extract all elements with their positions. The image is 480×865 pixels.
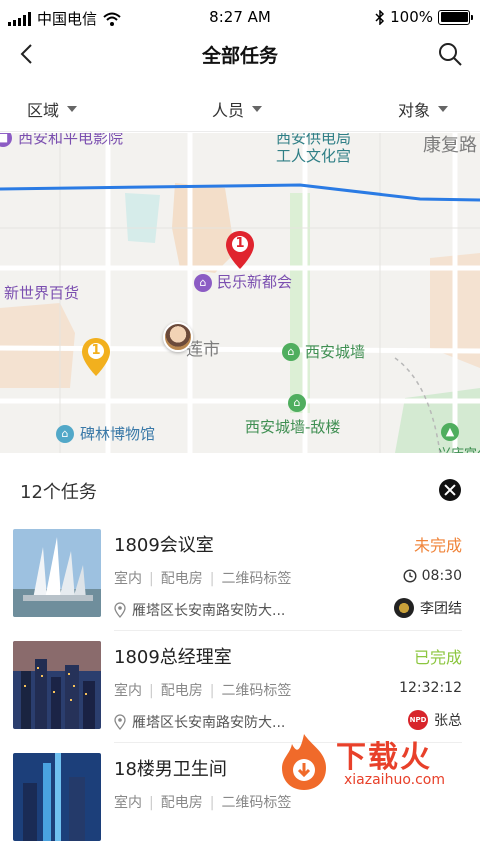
task-address-text: 雁塔区长安南路安防大...	[132, 603, 286, 619]
owner-avatar: NPD	[408, 710, 428, 730]
bluetooth-icon	[375, 9, 385, 25]
nav-bar: 全部任务	[0, 34, 480, 74]
map-label-workers-palace[interactable]: 工人文化宫	[276, 145, 351, 166]
shopping-bag-icon: ⌂	[194, 274, 212, 292]
owner-avatar	[394, 598, 414, 618]
task-time: 08:30	[403, 568, 462, 584]
filter-area[interactable]: 区域	[27, 97, 78, 121]
task-address: 雁塔区长安南路安防大...	[114, 600, 285, 620]
owner-name: 李团结	[420, 601, 462, 617]
tag-location: 室内	[114, 795, 142, 811]
filter-object[interactable]: 对象	[398, 97, 449, 121]
status-right: 100%	[375, 8, 473, 26]
battery-fill	[440, 12, 468, 22]
task-thumbnail	[13, 641, 101, 729]
tag-room-type: 配电房	[160, 683, 203, 699]
map-label-city-wall[interactable]: 西安城墙	[305, 341, 365, 362]
watermark-text: 下载火	[336, 740, 432, 775]
close-icon[interactable]	[439, 479, 461, 501]
battery-percent: 100%	[390, 8, 433, 26]
map-label-xingqing[interactable]: 兴庆宫公	[438, 443, 480, 453]
location-pin-icon	[114, 714, 126, 730]
caret-down-icon	[67, 106, 78, 112]
task-time-value: 12:32:12	[399, 680, 462, 696]
task-name: 1809会议室	[114, 535, 214, 556]
clock-icon	[403, 569, 417, 583]
tag-room-type: 配电房	[160, 571, 203, 587]
filter-area-label: 区域	[27, 101, 60, 120]
landmark-icon: ⌂	[282, 343, 300, 361]
park-icon: ▲	[441, 423, 459, 441]
tag-label-type: 二维码标签	[221, 795, 292, 811]
task-panel: 12个任务 1809会议室 未完成 室内|配电房|二维码标签 08:30	[0, 453, 480, 841]
marker-red-count: 1	[235, 236, 245, 251]
task-item[interactable]: 1809会议室 未完成 室内 | 配电房 | 二维码标签 08:30 雁塔区长安南路安防…	[0, 529, 480, 641]
map-label-city-wall-dilou[interactable]: 西安城墙-敌楼	[245, 416, 340, 437]
task-time: 12:32:12	[399, 680, 462, 696]
page-title: 全部任务	[201, 45, 278, 67]
map-view[interactable]: ■ 西安和平电影院 西安供电局 工人文化宫 康复路 ⌂ 民乐新都会 新世界百货 …	[0, 133, 480, 453]
task-time-value: 08:30	[421, 568, 462, 584]
map-label-minle[interactable]: 民乐新都会	[217, 271, 292, 292]
task-name: 1809总经理室	[114, 647, 232, 668]
map-label-cinema[interactable]: 西安和平电影院	[18, 133, 123, 148]
route-line	[0, 183, 480, 202]
museum-icon: ⌂	[56, 425, 74, 443]
watermark-logo: 下载火 xiazaihuo.com	[272, 730, 472, 794]
user-location-avatar[interactable]	[163, 322, 193, 352]
tag-room-type: 配电房	[160, 795, 203, 811]
filter-people[interactable]: 人员	[212, 97, 263, 121]
tag-label-type: 二维码标签	[221, 571, 292, 587]
tag-location: 室内	[114, 571, 142, 587]
task-address: 雁塔区长安南路安防大...	[114, 712, 285, 732]
task-address-text: 雁塔区长安南路安防大...	[132, 715, 286, 731]
tag-label-type: 二维码标签	[221, 683, 292, 699]
status-badge: 未完成	[413, 536, 462, 555]
search-icon[interactable]	[436, 40, 464, 68]
status-bar: 中国电信 8:27 AM 100%	[0, 0, 480, 34]
divider	[114, 630, 462, 631]
task-tags: 室内 | 配电房 | 二维码标签	[114, 571, 292, 587]
caret-down-icon	[438, 106, 449, 112]
status-badge: 已完成	[413, 648, 462, 667]
landmark-icon: ⌂	[288, 394, 306, 412]
map-label-beilin[interactable]: 碑林博物馆	[80, 423, 155, 444]
task-name: 18楼男卫生间	[114, 759, 227, 780]
map-label-kangfu-road[interactable]: 康复路	[423, 133, 477, 157]
filter-bar: 区域 人员 对象	[0, 84, 480, 132]
task-tags: 室内 | 配电房 | 二维码标签	[114, 795, 292, 811]
owner-name: 张总	[434, 713, 462, 729]
map-label-xinshijie[interactable]: 新世界百货	[4, 282, 79, 303]
task-owner: NPD 张总	[408, 710, 462, 730]
filter-object-label: 对象	[398, 101, 431, 120]
marker-yellow-count: 1	[91, 343, 101, 358]
task-tags: 室内 | 配电房 | 二维码标签	[114, 683, 292, 699]
task-thumbnail	[13, 529, 101, 617]
tag-location: 室内	[114, 683, 142, 699]
task-owner: 李团结	[394, 598, 462, 618]
task-count: 12个任务	[20, 482, 97, 503]
location-pin-icon	[114, 602, 126, 618]
task-thumbnail	[13, 753, 101, 841]
caret-down-icon	[252, 106, 263, 112]
watermark-url: xiazaihuo.com	[344, 772, 445, 788]
filter-people-label: 人员	[212, 101, 245, 120]
flame-icon	[282, 734, 326, 790]
battery-icon	[438, 9, 473, 25]
